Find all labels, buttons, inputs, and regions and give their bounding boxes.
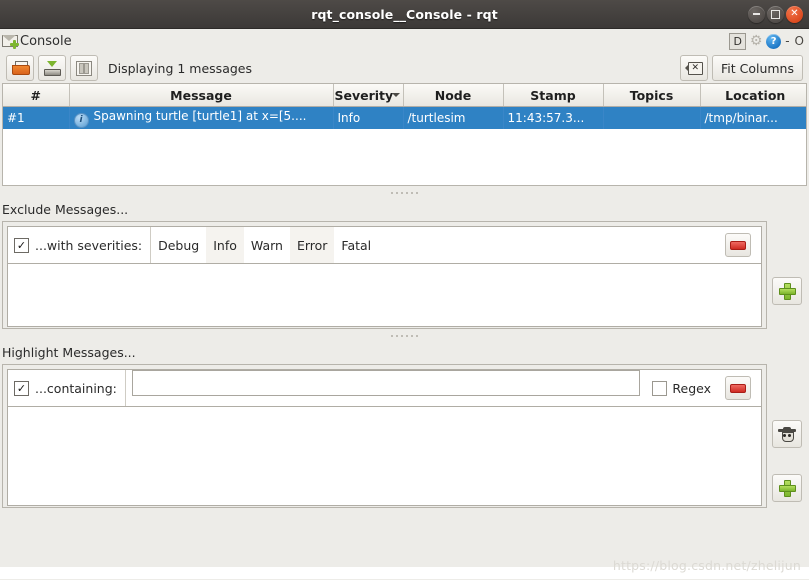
cell-index: #1 — [3, 107, 69, 130]
minus-icon — [730, 241, 746, 250]
info-icon: i — [74, 113, 89, 128]
cell-location: /tmp/binar... — [700, 107, 807, 130]
window-controls: ✕ — [748, 0, 803, 28]
highlight-containing-input[interactable] — [132, 370, 641, 396]
column-header-message[interactable]: Message — [69, 84, 333, 107]
toolbar-right-group: ✕ Fit Columns — [680, 55, 803, 81]
maximize-button[interactable] — [767, 6, 784, 23]
table-row[interactable]: #1 i Spawning turtle [turtle1] at x=[5...… — [3, 107, 807, 130]
plus-icon — [779, 283, 796, 300]
severity-item-error[interactable]: Error — [290, 227, 334, 263]
sort-descending-icon — [392, 93, 400, 97]
gear-icon[interactable]: ⚙ — [749, 34, 763, 48]
column-header-severity[interactable]: Severity — [333, 84, 403, 107]
cell-message: i Spawning turtle [turtle1] at x=[5.... — [69, 107, 333, 130]
message-table-container[interactable]: # Message Severity Node Stamp Topics Loc… — [2, 83, 807, 186]
dock-title-label: Console — [20, 34, 72, 49]
exclude-filter-empty-area — [7, 264, 762, 327]
regex-label: Regex — [672, 381, 711, 396]
exclude-filter-row: ✓ ...with severities: Debug Info Warn Er… — [0, 221, 809, 329]
highlight-spy-button[interactable] — [772, 420, 802, 448]
cell-severity: Info — [333, 107, 403, 130]
plus-icon — [779, 480, 796, 497]
exclude-filter-panel: ✓ ...with severities: Debug Info Warn Er… — [2, 221, 767, 329]
regex-checkbox[interactable]: ✓ — [652, 381, 667, 396]
cell-message-text: Spawning turtle [turtle1] at x=[5.... — [94, 109, 307, 123]
open-log-button[interactable] — [6, 55, 34, 81]
window-bottom-edge — [0, 567, 809, 579]
exclude-filter-right — [719, 227, 761, 263]
exclude-filter-left: ✓ ...with severities: — [8, 227, 151, 263]
highlight-filter-checkbox[interactable]: ✓ — [14, 381, 29, 396]
cell-stamp: 11:43:57.3... — [503, 107, 603, 130]
highlight-section-label: Highlight Messages... — [0, 343, 809, 364]
highlight-filter-right: ✓ Regex — [646, 370, 761, 406]
highlight-filter-label: ...containing: — [35, 381, 117, 396]
exclude-side-buttons — [767, 221, 807, 305]
column-header-severity-label: Severity — [335, 88, 394, 103]
remove-exclude-filter-button[interactable] — [725, 233, 751, 257]
envelope-add-icon — [2, 34, 18, 48]
close-icon: ✕ — [790, 9, 798, 19]
remove-highlight-filter-button[interactable] — [725, 376, 751, 400]
column-header-topics[interactable]: Topics — [603, 84, 700, 107]
dock-detach-button[interactable]: D — [729, 33, 746, 50]
splitter-handle-top[interactable] — [0, 186, 809, 200]
console-toolbar: Displaying 1 messages ✕ Fit Columns — [0, 53, 809, 83]
column-header-node[interactable]: Node — [403, 84, 503, 107]
exclude-filter-checkbox[interactable]: ✓ — [14, 238, 29, 253]
cell-node: /turtlesim — [403, 107, 503, 130]
splitter-handle-bottom[interactable] — [0, 329, 809, 343]
add-exclude-filter-button[interactable] — [772, 277, 802, 305]
fit-columns-button[interactable]: Fit Columns — [712, 55, 803, 81]
open-folder-icon — [12, 61, 29, 75]
pause-button[interactable] — [70, 55, 98, 81]
column-header-stamp[interactable]: Stamp — [503, 84, 603, 107]
highlight-filter-empty-area — [7, 407, 762, 506]
add-highlight-filter-button[interactable] — [772, 474, 802, 502]
message-table: # Message Severity Node Stamp Topics Loc… — [3, 84, 807, 129]
save-log-button[interactable] — [38, 55, 66, 81]
highlight-filter-row: ✓ ...containing: ✓ Regex — [0, 364, 809, 508]
highlight-side-buttons — [767, 364, 807, 502]
minimize-icon — [753, 13, 760, 15]
pause-icon — [76, 61, 92, 76]
maximize-icon — [771, 10, 780, 19]
window-title: rqt_console__Console - rqt — [311, 7, 498, 22]
highlight-containing-filter: ✓ ...containing: ✓ Regex — [7, 369, 762, 407]
column-header-location[interactable]: Location — [700, 84, 807, 107]
close-button[interactable]: ✕ — [786, 6, 803, 23]
dock-title-group: Console — [2, 34, 72, 49]
minus-icon — [730, 384, 746, 393]
erase-icon: ✕ — [685, 62, 702, 74]
message-count-status: Displaying 1 messages — [108, 61, 252, 76]
regex-option: ✓ Regex — [652, 381, 717, 396]
help-icon[interactable]: ? — [766, 34, 781, 49]
highlight-filter-left: ✓ ...containing: — [8, 370, 126, 406]
severity-item-info[interactable]: Info — [206, 227, 244, 263]
exclude-severity-filter: ✓ ...with severities: Debug Info Warn Er… — [7, 226, 762, 264]
dock-minimize-button[interactable]: - — [784, 34, 790, 48]
severity-item-warn[interactable]: Warn — [244, 227, 290, 263]
severity-item-fatal[interactable]: Fatal — [334, 227, 378, 263]
app-body: Console D ⚙ ? - O Displaying 1 messages — [0, 29, 809, 580]
exclude-filter-label: ...with severities: — [35, 238, 142, 253]
highlight-filter-panel: ✓ ...containing: ✓ Regex — [2, 364, 767, 508]
spy-icon — [778, 427, 796, 442]
exclude-severity-list[interactable]: Debug Info Warn Error Fatal — [151, 227, 719, 263]
cell-topics — [603, 107, 700, 130]
dock-header: Console D ⚙ ? - O — [0, 29, 809, 53]
dock-controls: D ⚙ ? - O — [729, 33, 805, 50]
save-to-disk-icon — [44, 61, 60, 76]
severity-item-debug[interactable]: Debug — [151, 227, 206, 263]
minimize-button[interactable] — [748, 6, 765, 23]
clear-messages-button[interactable]: ✕ — [680, 55, 708, 81]
dock-close-button[interactable]: O — [794, 34, 805, 48]
column-header-index[interactable]: # — [3, 84, 69, 107]
table-header-row: # Message Severity Node Stamp Topics Loc… — [3, 84, 807, 107]
window-titlebar: rqt_console__Console - rqt ✕ — [0, 0, 809, 29]
exclude-section-label: Exclude Messages... — [0, 200, 809, 221]
